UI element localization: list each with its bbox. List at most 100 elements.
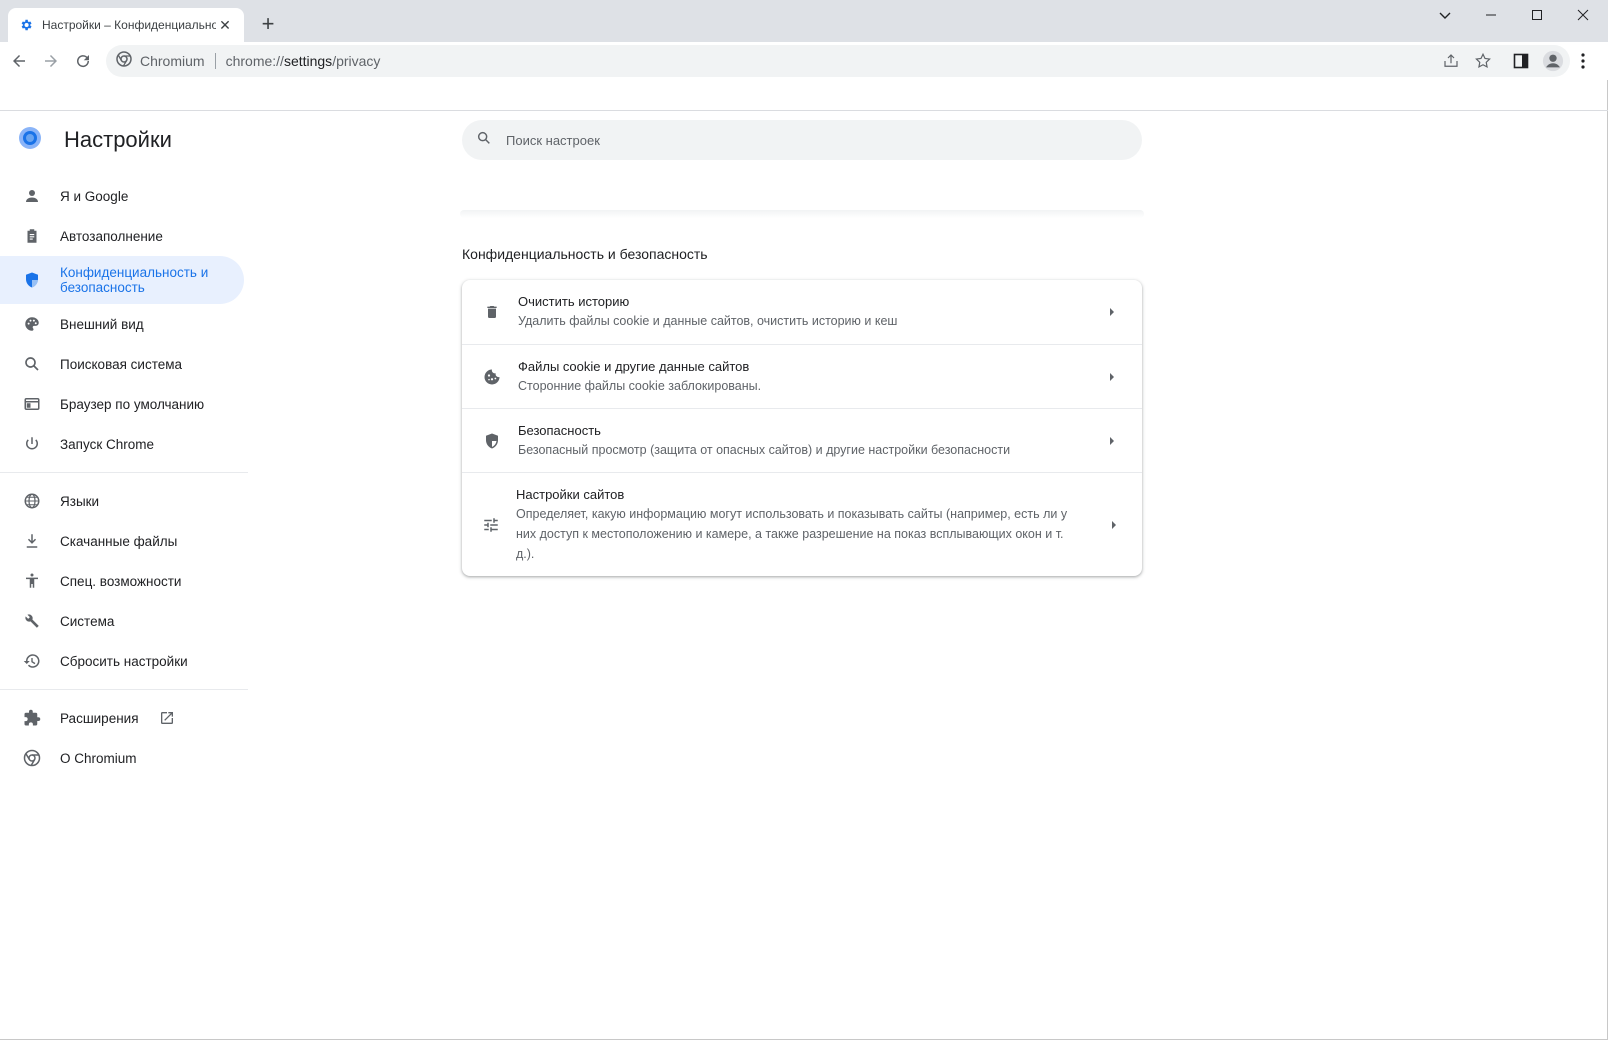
accessibility-icon [22,571,42,591]
row-subtitle: Сторонние файлы cookie заблокированы. [518,378,762,393]
tune-sliders-icon [482,515,500,535]
sidebar-item-privacy[interactable]: Конфиденциальность и безопасность [0,256,244,304]
menu-kebab-icon[interactable] [1568,46,1598,76]
row-title: Файлы cookie и другие данные сайтов [518,358,750,374]
trash-icon [482,302,502,322]
open-in-new-icon [159,710,175,726]
browser-window: Настройки – Конфиденциальность ✕ + [0,0,1608,1040]
sidebar-item-label: Поисковая система [60,356,183,372]
sidebar-item-system[interactable]: Система [0,601,248,641]
new-tab-button[interactable]: + [256,12,280,36]
shield-icon [482,431,502,451]
puzzle-piece-icon [22,708,42,728]
clipboard-icon [22,226,42,246]
wrench-icon [22,611,42,631]
toolbar-divider [0,110,1608,111]
row-site-settings[interactable]: Настройки сайтов Определяет, какую инфор… [462,472,1142,576]
sidebar-item-about[interactable]: О Chromium [0,738,248,778]
sidebar-item-on-startup[interactable]: Запуск Chrome [0,424,248,464]
arrow-right-icon [1106,520,1122,529]
download-icon [22,531,42,551]
sidebar-item-label: Конфиденциальность и безопасность [60,265,209,295]
sidebar-item-label: Автозаполнение [60,228,163,244]
row-subtitle: Безопасный просмотр (защита от опасных с… [518,442,1011,457]
row-subtitle: Определяет, какую информацию могут испол… [516,506,1068,561]
scroll-shadow [460,210,1144,218]
sidebar-item-label: Браузер по умолчанию [60,396,205,412]
sidebar-item-label: Внешний вид [60,316,144,332]
omnibox-separator [214,53,216,69]
maximize-icon[interactable] [1514,0,1560,30]
sidebar-item-label: Я и Google [60,188,129,204]
page-title: Настройки [64,127,172,152]
tab-title: Настройки – Конфиденциальность [42,18,216,32]
power-icon [22,434,42,454]
cookie-icon [482,367,502,387]
reload-icon[interactable] [68,46,98,76]
sidebar-divider [0,689,248,690]
sidebar-item-label: Скачанные файлы [60,533,178,549]
chromium-site-icon [116,50,132,72]
sidebar-item-accessibility[interactable]: Спец. возможности [0,561,248,601]
chromium-icon [22,748,42,768]
toolbar: Chromium chrome://settings/privacy [0,42,1608,80]
search-icon [22,354,42,374]
sidebar-item-label: Языки [60,493,100,509]
globe-icon [22,491,42,511]
row-subtitle: Удалить файлы cookie и данные сайтов, оч… [518,314,898,328]
sidebar-nav: Я и Google Автозаполнение Конфиденциальн… [0,176,248,778]
sidebar-item-downloads[interactable]: Скачанные файлы [0,521,248,561]
row-title: Настройки сайтов [516,486,625,502]
privacy-card: Очистить историю Удалить файлы cookie и … [462,280,1142,576]
search-input[interactable] [506,132,1066,148]
sidebar-item-label: Запуск Chrome [60,436,154,452]
sidebar-item-reset[interactable]: Сбросить настройки [0,641,248,681]
row-clear-browsing-data[interactable]: Очистить историю Удалить файлы cookie и … [462,280,1142,344]
sidebar-item-autofill[interactable]: Автозаполнение [0,216,248,256]
settings-search-box[interactable] [462,120,1142,160]
row-security[interactable]: Безопасность Безопасный просмотр (защита… [462,408,1142,472]
palette-icon [22,314,42,334]
profile-avatar-icon[interactable] [1538,46,1568,76]
tab-strip: Настройки – Конфиденциальность ✕ + [0,0,1608,42]
side-panel-icon[interactable] [1506,46,1536,76]
history-reset-icon [22,651,42,671]
tab-settings[interactable]: Настройки – Конфиденциальность ✕ [8,8,244,42]
section-title: Конфиденциальность и безопасность [462,246,708,262]
sidebar-item-label: Расширения [60,710,139,726]
tab-search-icon[interactable] [1422,0,1468,30]
sidebar-item-default-browser[interactable]: Браузер по умолчанию [0,384,248,424]
browser-window-icon [22,394,42,414]
close-window-icon[interactable] [1560,0,1606,30]
arrow-right-icon [1102,372,1122,381]
search-icon [476,130,492,151]
sidebar-item-appearance[interactable]: Внешний вид [0,304,248,344]
person-icon [22,186,42,206]
sidebar-item-label: Система [60,613,115,629]
row-title: Безопасность [518,422,601,438]
chromium-logo-icon [18,126,42,150]
forward-icon[interactable] [36,46,66,76]
site-chip: Chromium [140,53,205,69]
sidebar-item-label: Спец. возможности [60,573,182,589]
sidebar-item-languages[interactable]: Языки [0,481,248,521]
share-icon[interactable] [1442,52,1460,75]
sidebar-item-label: Сбросить настройки [60,653,188,669]
arrow-right-icon [1102,308,1122,316]
arrow-right-icon [1102,436,1122,445]
back-icon[interactable] [4,46,34,76]
row-title: Очистить историю [518,294,630,309]
shield-icon [22,270,42,290]
row-cookies[interactable]: Файлы cookie и другие данные сайтов Стор… [462,344,1142,408]
bookmark-star-icon[interactable] [1474,52,1492,75]
sidebar-item-extensions[interactable]: Расширения [0,698,248,738]
sidebar-item-label: О Chromium [60,750,137,766]
address-bar[interactable]: Chromium chrome://settings/privacy [106,45,1570,77]
url-text[interactable]: chrome://settings/privacy [226,53,381,69]
sidebar-divider [0,472,248,473]
sidebar-item-you-and-google[interactable]: Я и Google [0,176,248,216]
settings-gear-icon [18,17,34,33]
minimize-icon[interactable] [1468,0,1514,30]
tab-close-icon[interactable]: ✕ [216,16,234,34]
sidebar-item-search-engine[interactable]: Поисковая система [0,344,248,384]
